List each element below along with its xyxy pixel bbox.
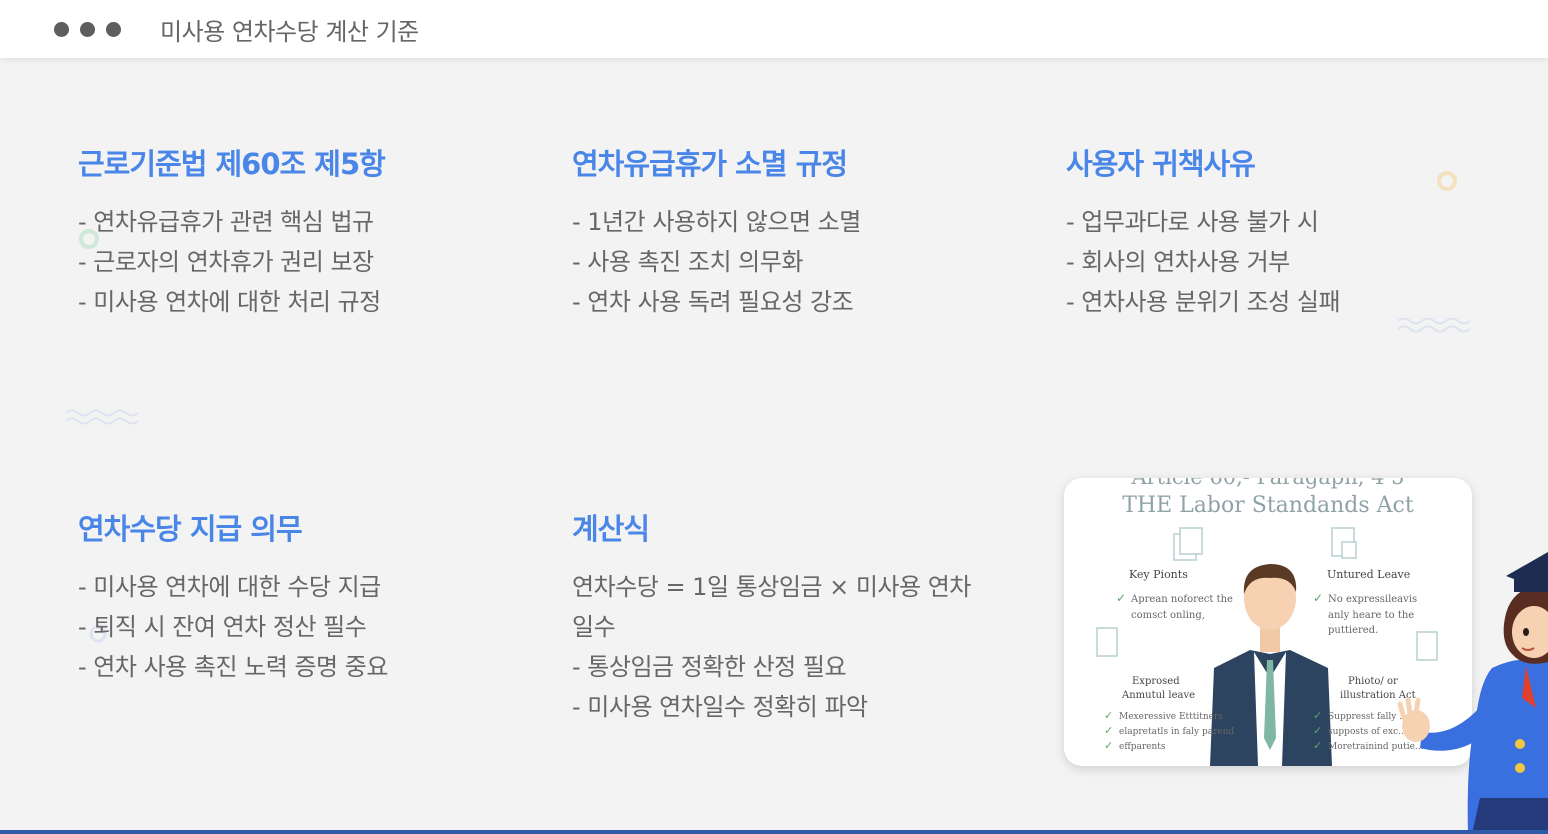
document-icon [1331,527,1357,559]
untured-leave-text: puttiered. [1328,625,1378,636]
window-titlebar: 미사용 연차수당 계산 기준 [0,0,1548,58]
window-dot-icon[interactable] [54,22,69,37]
section-line: - 연차 사용 독려 필요성 강조 [572,288,854,316]
section-line: - 사용 촉진 조치 의무화 [572,248,803,276]
section-employer-fault: 사용자 귀책사유 - 업무과다로 사용 불가 시 - 회사의 연차사용 거부 -… [1066,146,1506,322]
section-line: 연차수당 = 1일 통상임금 × 미사용 연차 [572,573,971,601]
section-line: - 미사용 연차에 대한 처리 규정 [78,288,381,316]
section-line: 일수 [572,613,616,641]
key-points-text: comsct onling, [1131,610,1205,621]
section-leave-expiry: 연차유급휴가 소멸 규정 - 1년간 사용하지 않으면 소멸 - 사용 촉진 조… [572,146,1012,322]
check-icon: ✓ [1313,709,1322,722]
infographic-title-2: THE Labor Standands Act [1122,493,1414,518]
section-formula: 계산식 연차수당 = 1일 통상임금 × 미사용 연차 일수 - 통상임금 정확… [572,511,1012,727]
section-title: 연차유급휴가 소멸 규정 [572,147,848,181]
section-labor-standards-act: 근로기준법 제60조 제5항 - 연차유급휴가 관련 핵심 법규 - 근로자의 … [78,146,518,322]
section-title: 연차수당 지급 의무 [78,512,303,546]
document-icon [1096,627,1118,657]
section-line: - 연차유급휴가 관련 핵심 법규 [78,208,374,236]
infographic-title-1: Article 60,- Paragaph, 4 5 [1130,478,1404,489]
check-icon: ✓ [1313,591,1323,605]
key-points-label: Key Pionts [1129,568,1188,581]
section-payment-duty: 연차수당 지급 의무 - 미사용 연차에 대한 수당 지급 - 퇴직 시 잔여 … [78,511,518,687]
document-icon [1173,527,1203,561]
photo-label: Phioto/ or [1348,676,1398,687]
window-dot-icon[interactable] [80,22,95,37]
check-icon: ✓ [1313,724,1322,737]
section-line: - 미사용 연차에 대한 수당 지급 [78,573,381,601]
section-line: - 퇴직 시 잔여 연차 정산 필수 [78,613,367,641]
exposed-item: effparents [1119,742,1166,752]
window-title: 미사용 연차수당 계산 기준 [160,18,419,46]
check-icon: ✓ [1116,591,1126,605]
check-icon: ✓ [1104,709,1113,722]
section-title: 사용자 귀책사유 [1066,147,1256,181]
section-title: 계산식 [572,512,650,546]
section-line: - 1년간 사용하지 않으면 소멸 [572,208,861,236]
section-line: - 회사의 연차사용 거부 [1066,248,1290,276]
section-line: - 통상임금 정확한 산정 필요 [572,653,847,681]
exposed-item: Mexeressive Etttitners [1119,712,1223,722]
graduate-character-icon [1397,552,1548,834]
section-line: - 연차사용 분위기 조성 실패 [1066,288,1341,316]
exposed-label: Anmutul leave [1121,690,1195,701]
key-points-text: Aprean noforect the [1130,594,1233,605]
window-dot-icon[interactable] [106,22,121,37]
section-line: - 업무과다로 사용 불가 시 [1066,208,1319,236]
check-icon: ✓ [1313,739,1322,752]
wave-decoration-icon [65,409,139,425]
section-title: 근로기준법 제60조 제5항 [78,147,386,181]
bottom-accent-bar [0,830,1548,834]
check-icon: ✓ [1104,724,1113,737]
check-icon: ✓ [1104,739,1113,752]
section-line: - 연차 사용 촉진 노력 증명 중요 [78,653,388,681]
section-line: - 미사용 연차일수 정확히 파악 [572,693,868,721]
section-line: - 근로자의 연차휴가 권리 보장 [78,248,374,276]
exposed-label: Exprosed [1132,676,1180,687]
exposed-item: elapretatls in faly parend [1119,727,1235,737]
